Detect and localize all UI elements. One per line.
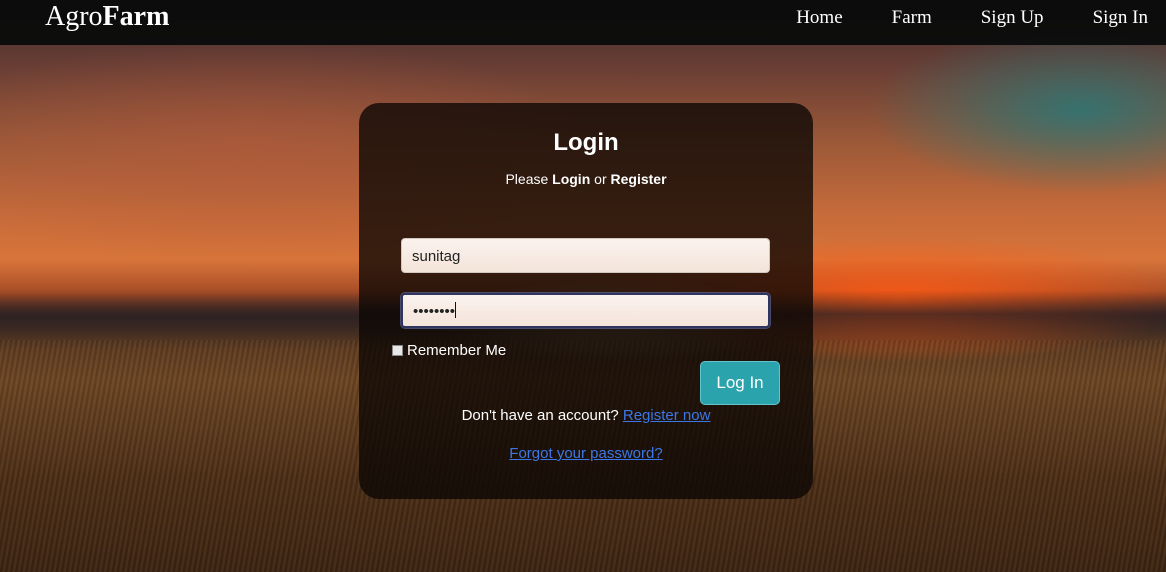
- nav-links: Home Farm Sign Up Sign In: [796, 6, 1148, 30]
- brand-light-text: Agro: [45, 1, 103, 32]
- password-input[interactable]: ••••••••: [401, 293, 770, 328]
- remember-me[interactable]: Remember Me: [392, 342, 506, 359]
- brand-bold-text: Farm: [102, 1, 170, 32]
- username-input[interactable]: sunitag: [401, 238, 770, 273]
- navbar: AgroFarm Home Farm Sign Up Sign In: [0, 0, 1166, 45]
- nav-link-sign-up[interactable]: Sign Up: [981, 6, 1044, 30]
- username-value: sunitag: [412, 248, 461, 265]
- subtitle-or: or: [590, 171, 611, 187]
- nav-link-sign-in[interactable]: Sign In: [1093, 6, 1148, 30]
- register-now-link[interactable]: Register now: [623, 407, 711, 424]
- nav-link-farm[interactable]: Farm: [892, 6, 932, 30]
- subtitle-login: Login: [552, 171, 591, 187]
- register-prompt: Don't have an account? Register now: [359, 407, 813, 424]
- remember-me-label: Remember Me: [407, 342, 507, 359]
- forgot-password-link[interactable]: Forgot your password?: [509, 445, 662, 462]
- login-subtitle: Please Login or Register: [359, 171, 813, 187]
- remember-me-checkbox[interactable]: [392, 345, 403, 356]
- subtitle-prefix: Please: [505, 171, 553, 187]
- log-in-button[interactable]: Log In: [700, 361, 780, 405]
- login-card: Login Please Login or Register sunitag •…: [359, 103, 813, 499]
- text-caret: [455, 302, 457, 318]
- login-title: Login: [553, 129, 619, 156]
- no-account-text: Don't have an account?: [461, 407, 623, 424]
- forgot-password-row: Forgot your password?: [359, 445, 813, 462]
- brand-logo[interactable]: AgroFarm: [45, 0, 169, 34]
- nav-link-home[interactable]: Home: [796, 6, 842, 30]
- password-value: ••••••••: [413, 303, 456, 320]
- subtitle-register: Register: [610, 171, 667, 187]
